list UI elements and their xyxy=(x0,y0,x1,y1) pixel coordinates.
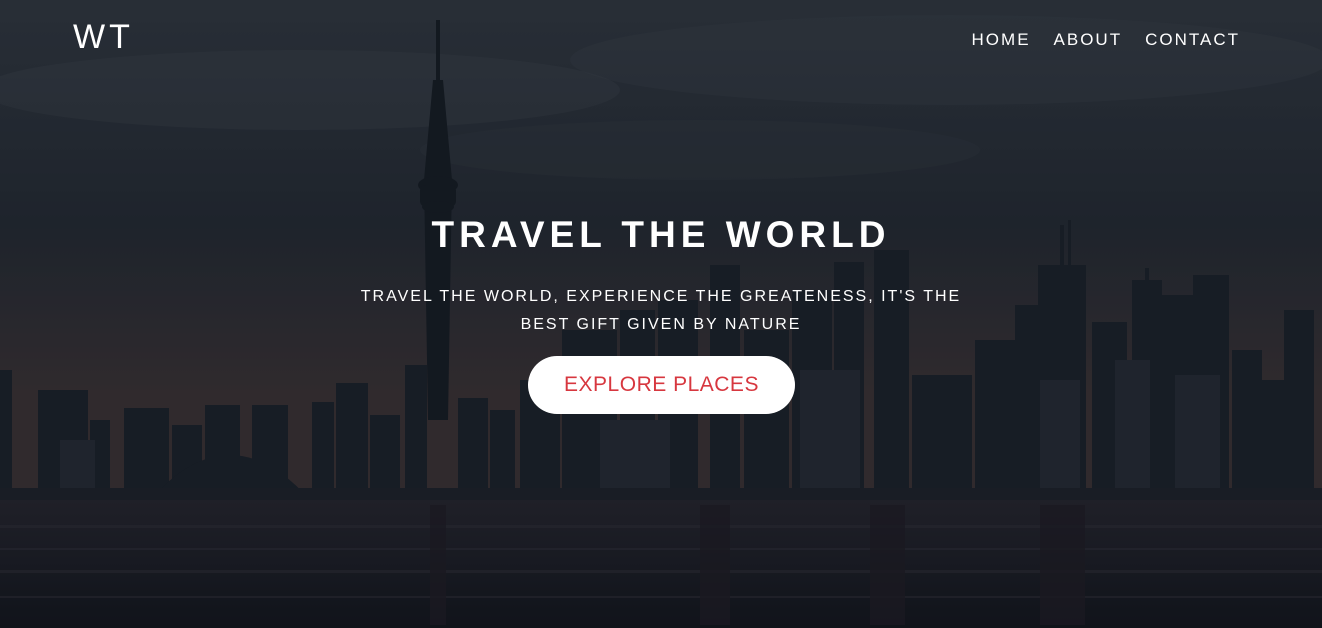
explore-places-button[interactable]: EXPLORE PLACES xyxy=(528,356,795,414)
nav-item-home[interactable]: HOME xyxy=(972,30,1031,50)
hero-section: WT HOME ABOUT CONTACT TRAVEL THE WORLD T… xyxy=(0,0,1322,628)
brand-logo[interactable]: WT xyxy=(73,18,134,57)
hero-subtitle: TRAVEL THE WORLD, EXPERIENCE THE GREATEN… xyxy=(360,288,962,333)
hero-title: TRAVEL THE WORLD xyxy=(431,214,891,255)
nav-item-about[interactable]: ABOUT xyxy=(1054,30,1123,50)
nav-item-contact[interactable]: CONTACT xyxy=(1145,30,1240,50)
main-navigation: HOME ABOUT CONTACT xyxy=(972,30,1240,50)
